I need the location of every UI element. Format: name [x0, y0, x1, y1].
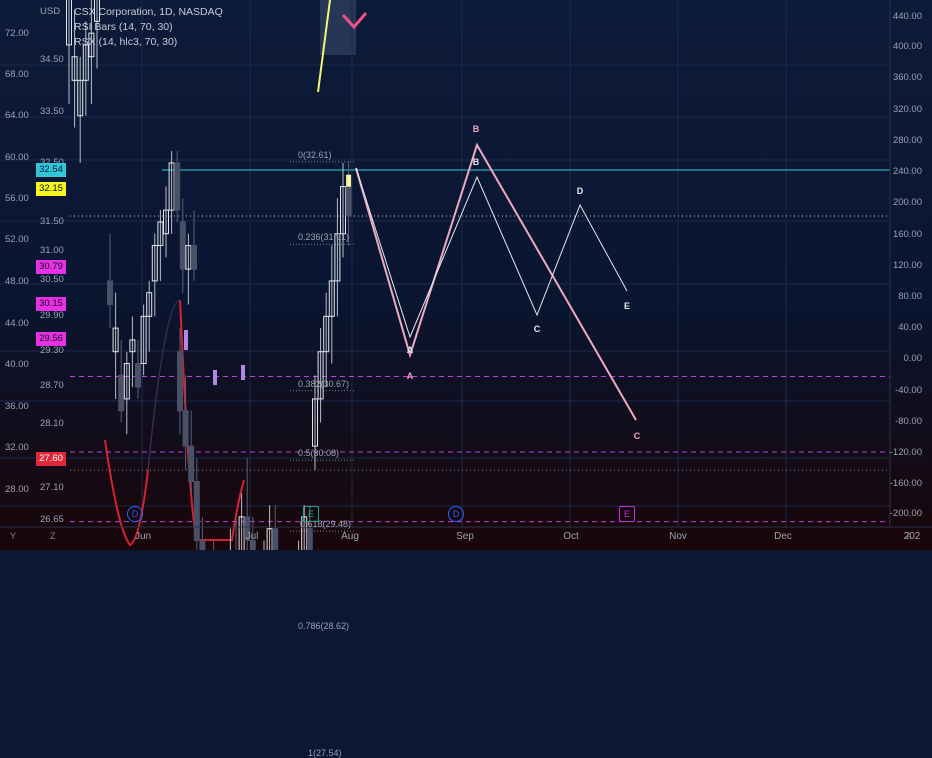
price-tick-left: 33.50	[40, 106, 64, 117]
highlight-zone	[320, 0, 356, 55]
price-tick-right: 160.00	[892, 229, 922, 240]
price-badge: 29.56	[36, 332, 66, 346]
price-tick-center: 44.00	[5, 318, 29, 329]
price-tick-center: 64.00	[5, 110, 29, 121]
wave-label-white: C	[533, 324, 541, 334]
price-tick-left: 29.90	[40, 310, 64, 321]
candle-body	[177, 351, 183, 412]
time-tick: Sep	[456, 531, 474, 542]
price-tick-left: 31.00	[40, 245, 64, 256]
price-tick-right: 80.00	[898, 291, 922, 302]
wave-label-pink: A	[406, 371, 414, 381]
price-tick-right: 40.00	[898, 322, 922, 333]
price-tick-center: 48.00	[5, 276, 29, 287]
candle-body	[182, 410, 189, 447]
event-marker: D	[448, 506, 464, 522]
chart-title: CSX Corporation, 1D, NASDAQ	[74, 6, 223, 18]
price-tick-center: 52.00	[5, 234, 29, 245]
price-tick-left: 28.70	[40, 380, 64, 391]
price-tick-center: 56.00	[5, 193, 29, 204]
fib-label: 0.382(30.67)	[298, 378, 350, 389]
time-tick: Aug	[341, 531, 359, 542]
price-tick-left: 29.30	[40, 345, 64, 356]
price-tick-right: 280.00	[892, 135, 922, 146]
price-badge: 27.60	[36, 452, 66, 466]
fib-label: 0.786(28.62)	[298, 620, 350, 631]
candle-body	[345, 186, 352, 217]
candle-body	[179, 221, 186, 270]
corner-mid-icon[interactable]: Z	[50, 531, 56, 541]
price-tick-right: 200.00	[892, 197, 922, 208]
candle-body	[272, 528, 279, 550]
wave-label-pink: C	[633, 431, 641, 441]
time-tick: Dec	[774, 531, 792, 542]
chart-canvas	[0, 0, 932, 550]
price-badge: 30.15	[36, 297, 66, 311]
wave-label-white: B	[472, 157, 480, 167]
candle-body	[107, 280, 113, 306]
price-tick-right: -200.00	[889, 508, 922, 519]
price-tick-left: 31.50	[40, 216, 64, 227]
price-tick-right: -40.00	[895, 385, 922, 396]
event-marker: D	[127, 506, 143, 522]
price-tick-right: 400.00	[892, 41, 922, 52]
price-tick-left: 30.50	[40, 274, 64, 285]
candle-body	[118, 374, 125, 412]
price-tick-center: 36.00	[5, 401, 29, 412]
wave-label-white: D	[576, 186, 584, 196]
price-tick-right: 240.00	[892, 166, 922, 177]
rsi-bar-highlight	[213, 370, 217, 385]
wave-label-white: E	[623, 301, 631, 311]
price-tick-left: 26.65	[40, 514, 64, 525]
wave-label-white: A	[406, 345, 414, 355]
price-tick-right: 320.00	[892, 104, 922, 115]
price-tick-right: -160.00	[889, 478, 922, 489]
price-tick-left: 27.10	[40, 482, 64, 493]
time-tick: Jul	[245, 531, 259, 542]
indicator-rsx: RSX (14, hlc3, 70, 30)	[74, 36, 178, 48]
price-tick-right: 440.00	[892, 11, 922, 22]
fib-label: 1(27.54)	[308, 748, 342, 758]
corner-auto-icon[interactable]: A	[906, 531, 912, 541]
price-badge: 32.54	[36, 163, 66, 177]
indicator-rsi-bars: RSI Bars (14, 70, 30)	[74, 21, 173, 33]
candle-body	[193, 481, 200, 542]
price-tick-right: -80.00	[895, 416, 922, 427]
price-tick-center: 32.00	[5, 442, 29, 453]
time-tick: Jun	[134, 531, 152, 542]
chart-background	[0, 0, 932, 550]
price-tick-center: 72.00	[5, 28, 29, 39]
candle-body	[188, 445, 195, 483]
price-tick-left: 28.10	[40, 418, 64, 429]
price-tick-center: 40.00	[5, 359, 29, 370]
candle-body	[174, 162, 181, 211]
price-tick-center: 60.00	[5, 152, 29, 163]
fib-label: 0.236(31.91)	[298, 232, 350, 243]
price-badge: 32.15	[36, 182, 66, 196]
price-tick-right: 0.00	[903, 353, 923, 364]
rsi-bar-highlight	[184, 330, 188, 350]
price-tick-center: 28.00	[5, 484, 29, 495]
candle-body	[306, 528, 313, 550]
currency-label: USD	[40, 6, 61, 17]
event-marker: E	[303, 506, 319, 522]
candle-body	[199, 540, 206, 550]
price-tick-right: 120.00	[892, 260, 922, 271]
time-tick: Nov	[669, 531, 687, 542]
price-tick-left: 34.50	[40, 54, 64, 65]
fib-label: 0(32.61)	[298, 149, 332, 160]
price-badge: 30.79	[36, 260, 66, 274]
last-candle	[346, 174, 352, 187]
price-tick-right: -120.00	[889, 447, 922, 458]
event-marker: E	[619, 506, 635, 522]
time-tick: Oct	[563, 531, 579, 542]
wave-label-pink: B	[472, 124, 480, 134]
price-tick-right: 360.00	[892, 72, 922, 83]
price-tick-center: 68.00	[5, 69, 29, 80]
candle-body	[135, 363, 141, 388]
candle-body	[191, 245, 197, 270]
fib-label: 0.5(30.08)	[298, 448, 340, 459]
corner-left-icon[interactable]: Y	[10, 531, 16, 541]
rsi-bar-highlight	[241, 365, 245, 380]
